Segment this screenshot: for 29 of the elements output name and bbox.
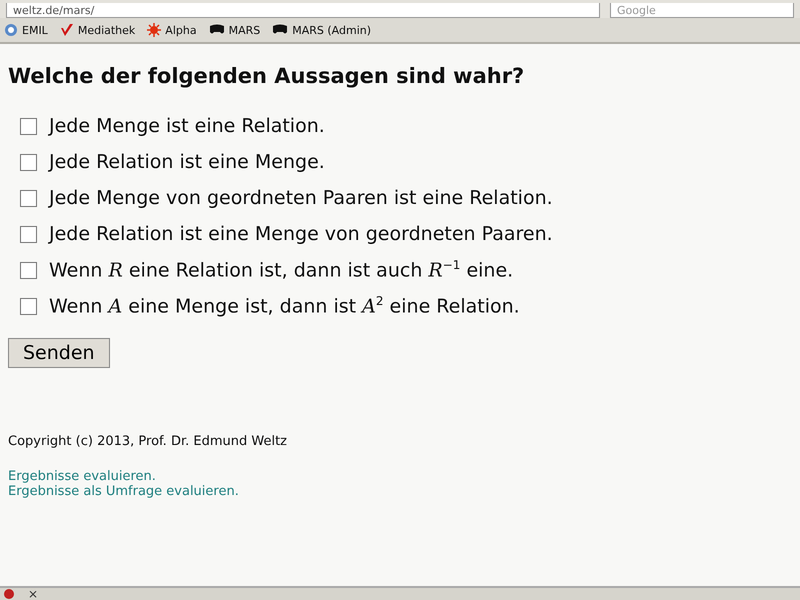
url-text: weltz.de/mars/ — [13, 4, 94, 16]
checkbox[interactable] — [20, 262, 37, 278]
bookmark-link[interactable]: EMIL — [4, 23, 48, 37]
option-label: Jede Menge von geordneten Paaren ist eine Relation. — [49, 187, 553, 209]
checkbox[interactable] — [20, 190, 37, 206]
option-label: Jede Relation ist eine Menge von geordneten Paaren. — [49, 223, 553, 245]
checkbox[interactable] — [20, 118, 37, 134]
close-button[interactable]: × — [28, 587, 38, 600]
checkbox[interactable] — [20, 226, 37, 242]
bookmark-link[interactable]: MARS — [208, 24, 260, 36]
check-mark-icon — [60, 23, 74, 37]
checkbox[interactable] — [20, 154, 37, 170]
bookmark-link[interactable]: MARS (Admin) — [272, 24, 372, 36]
submit-button[interactable]: Senden — [8, 338, 110, 368]
mask-icon — [208, 24, 225, 36]
copyright-text: Copyright (c) 2013, Prof. Dr. Edmund Weltz — [8, 434, 288, 449]
option-label: Wenn A eine Menge ist, dann ist A$^{2}$ eine Relation. — [49, 294, 520, 318]
question-title: Welche der folgenden Aussagen sind wahr? — [8, 64, 526, 88]
sun-icon — [147, 23, 162, 37]
evaluate-link[interactable]: Ergebnisse evaluieren. — [8, 469, 156, 484]
option-label: Jede Relation ist eine Menge. — [49, 151, 325, 173]
bookmark-link[interactable]: Mediathek — [60, 23, 136, 37]
option-label: Jede Menge ist eine Relation. — [49, 115, 325, 137]
evaluate-link[interactable]: Ergebnisse als Umfrage evaluieren. — [8, 484, 239, 499]
address-bar[interactable]: weltz.de/mars/ — [6, 3, 600, 18]
bookmark-link[interactable]: Alpha — [147, 23, 197, 37]
mask-icon — [272, 24, 288, 36]
checkbox[interactable] — [20, 298, 37, 314]
option-label: Wenn R eine Relation ist, dann ist auch R$^{−1}$ eine. — [49, 258, 514, 282]
